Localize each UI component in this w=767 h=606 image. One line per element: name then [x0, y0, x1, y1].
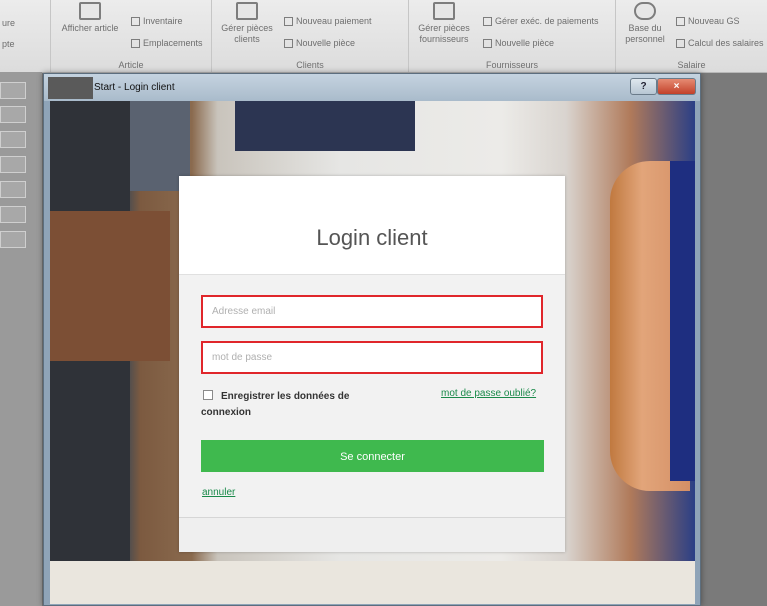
close-button[interactable]: × [657, 78, 696, 95]
new-payment-button[interactable]: Nouveau paiement [284, 16, 372, 26]
email-input[interactable] [203, 297, 541, 326]
side-panel-slot [0, 231, 26, 248]
inventory-icon [131, 17, 140, 26]
calculator-icon [676, 39, 685, 48]
forgot-password-link[interactable]: mot de passe oublié? [441, 388, 536, 399]
manage-client-docs-label-2: clients [234, 34, 260, 44]
manage-payments-label: Gérer exéc. de paiements [495, 16, 599, 26]
manage-supplier-docs-button[interactable]: Gérer pièces fournisseurs [413, 2, 475, 45]
side-panel-slot [0, 131, 26, 148]
manage-payments-button[interactable]: Gérer exéc. de paiements [483, 16, 599, 26]
payments-icon [483, 17, 492, 26]
staff-base-label-1: Base du [628, 23, 662, 33]
remember-login-label: Enregistrer les données de connexion [201, 391, 350, 418]
new-supplier-doc-icon [483, 39, 492, 48]
show-article-button[interactable]: Afficher article [57, 2, 123, 34]
side-panel-slot [0, 82, 26, 99]
inventory-label: Inventaire [143, 16, 183, 26]
ribbon-group-suppliers: Gérer pièces fournisseurs Gérer exéc. de… [409, 0, 616, 72]
new-client-doc-label: Nouvelle pièce [296, 38, 356, 48]
inventory-button[interactable]: Inventaire [131, 16, 183, 26]
window-titlebar[interactable]: Start - Login client ? × [44, 74, 700, 101]
ribbon-group-left: ure pte [0, 0, 51, 72]
cancel-link[interactable]: annuler [202, 487, 235, 498]
staff-base-label-2: personnel [625, 34, 665, 44]
salary-calc-button[interactable]: Calcul des salaires [676, 38, 764, 48]
show-article-label: Afficher article [61, 23, 119, 33]
ribbon-toolbar: ure pte Afficher article Inventaire Empl… [0, 0, 767, 73]
window-content: Login client Enregistrer les données de … [50, 101, 695, 604]
window-app-icon [48, 77, 93, 99]
article-group-label: Article [118, 60, 144, 70]
login-dialog: Login client Enregistrer les données de … [179, 176, 565, 552]
ribbon-partial-label-1: ure [2, 18, 16, 28]
login-button[interactable]: Se connecter [201, 440, 544, 472]
salary-group-label: Salaire [677, 60, 706, 70]
locations-label: Emplacements [143, 38, 203, 48]
remember-login-checkbox[interactable] [203, 390, 213, 400]
background-side-panel [0, 72, 42, 606]
new-client-doc-button[interactable]: Nouvelle pièce [284, 38, 355, 48]
background-photo-desk [50, 211, 170, 361]
staff-base-button[interactable]: Base du personnel [618, 2, 672, 45]
salary-calc-label: Calcul des salaires [688, 38, 764, 48]
new-gs-button[interactable]: Nouveau GS [676, 16, 740, 26]
ribbon-group-clients: Gérer pièces clients Nouveau paiement No… [212, 0, 409, 72]
background-photo-person [235, 101, 415, 151]
supplier-docs-icon [433, 2, 455, 20]
email-field[interactable] [201, 295, 543, 328]
side-panel-slot [0, 156, 26, 173]
login-window: Start - Login client ? × Login client En… [43, 73, 701, 606]
password-input[interactable] [203, 343, 541, 372]
login-dialog-header: Login client [179, 176, 565, 275]
ribbon-group-salary: Base du personnel Nouveau GS Calcul des … [616, 0, 767, 72]
side-panel-slot [0, 106, 26, 123]
new-supplier-doc-label: Nouvelle pièce [495, 38, 555, 48]
password-field[interactable] [201, 341, 543, 374]
clients-group-label: Clients [296, 60, 324, 70]
login-dialog-footer [179, 517, 565, 552]
new-supplier-doc-button[interactable]: Nouvelle pièce [483, 38, 554, 48]
background-photo-table [50, 561, 695, 604]
help-button[interactable]: ? [630, 78, 657, 95]
manage-client-docs-button[interactable]: Gérer pièces clients [216, 2, 278, 45]
suppliers-group-label: Fournisseurs [485, 60, 539, 70]
locations-button[interactable]: Emplacements [131, 38, 203, 48]
plus-icon [676, 17, 685, 26]
login-title: Login client [316, 225, 428, 250]
manage-supplier-docs-label-2: fournisseurs [419, 34, 469, 44]
payment-icon [284, 17, 293, 26]
ribbon-partial-label-2: pte [2, 39, 15, 49]
new-doc-icon [284, 39, 293, 48]
client-docs-icon [236, 2, 258, 20]
background-photo-sleeve [670, 161, 695, 481]
window-title: Start - Login client [94, 82, 175, 93]
side-panel-slot [0, 206, 26, 223]
article-icon [79, 2, 101, 20]
new-payment-label: Nouveau paiement [296, 16, 372, 26]
new-gs-label: Nouveau GS [688, 16, 740, 26]
locations-icon [131, 39, 140, 48]
staff-icon [634, 2, 656, 20]
manage-supplier-docs-label-1: Gérer pièces [418, 23, 470, 33]
side-panel-slot [0, 181, 26, 198]
manage-client-docs-label-1: Gérer pièces [221, 23, 273, 33]
ribbon-group-article: Afficher article Inventaire Emplacements… [51, 0, 212, 72]
